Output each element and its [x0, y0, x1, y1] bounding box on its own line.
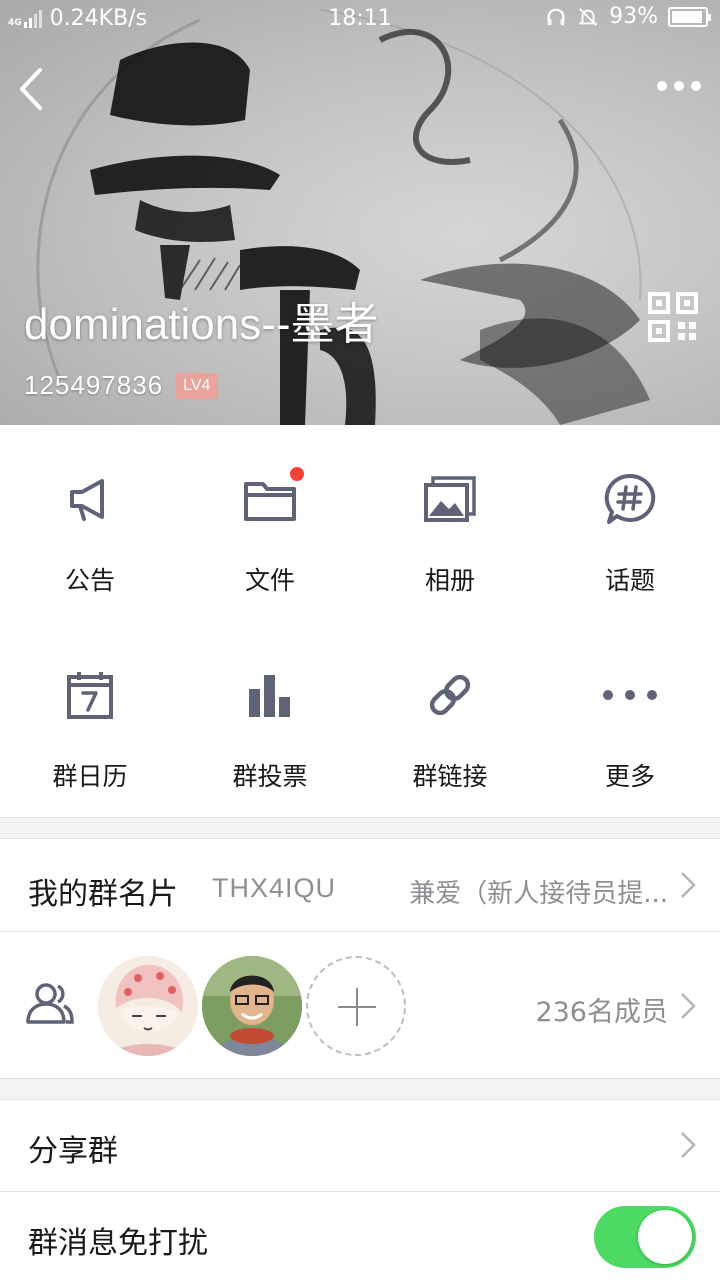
- chevron-right-icon: [681, 872, 696, 898]
- bar-chart-icon: [240, 665, 300, 725]
- add-member-button[interactable]: [306, 956, 406, 1056]
- headphones-icon: [547, 8, 565, 25]
- notification-dot: [288, 465, 306, 483]
- feature-vote[interactable]: 群投票: [180, 621, 360, 817]
- do-not-disturb-row: 群消息免打扰: [0, 1192, 720, 1280]
- level-badge: LV4: [175, 372, 219, 399]
- feature-calendar[interactable]: 群日历: [0, 621, 180, 817]
- feature-label: 更多: [604, 762, 655, 791]
- members-row[interactable]: 236名成员: [0, 932, 720, 1078]
- feature-files[interactable]: 文件: [180, 425, 360, 621]
- feature-label: 公告: [64, 566, 115, 595]
- more-dots-icon: [657, 81, 667, 91]
- share-group-title: 分享群: [28, 1134, 118, 1169]
- group-header-banner: 4G 0.24KB/s 18:11 93% dominations--墨者 12…: [0, 0, 720, 425]
- chevron-right-icon: [681, 1132, 696, 1158]
- feature-more[interactable]: 更多: [540, 621, 720, 817]
- feature-label: 群投票: [232, 762, 308, 791]
- share-group-row[interactable]: 分享群: [0, 1100, 720, 1191]
- feature-announcement[interactable]: 公告: [0, 425, 180, 621]
- my-group-card-title: 我的群名片: [28, 877, 178, 912]
- album-icon: [420, 469, 480, 529]
- folder-icon: [240, 465, 306, 529]
- hashtag-bubble-icon: [600, 469, 660, 529]
- member-avatar[interactable]: [202, 956, 302, 1056]
- feature-label: 群链接: [412, 762, 488, 791]
- feature-grid: 公告 文件 相册 话题 群日历 群投票 群链接 更多: [0, 425, 720, 817]
- feature-album[interactable]: 相册: [360, 425, 540, 621]
- qr-code-icon: [648, 292, 698, 342]
- group-name: dominations--墨者: [24, 300, 379, 349]
- more-options-button[interactable]: [654, 74, 704, 98]
- my-group-card-value: 兼爱（新人接待员提...: [409, 879, 668, 909]
- feature-label: 群日历: [52, 762, 128, 791]
- battery-icon: [668, 6, 711, 27]
- group-id-row: 125497836 LV4: [24, 370, 219, 401]
- toggle-knob: [638, 1210, 692, 1264]
- member-count: 236名成员: [535, 997, 668, 1028]
- more-icon: [600, 665, 660, 725]
- member-avatar[interactable]: [98, 956, 198, 1056]
- members-icon: [26, 983, 74, 1024]
- mute-bell-icon: [578, 7, 598, 26]
- feature-label: 文件: [244, 566, 295, 595]
- calendar-icon: [60, 665, 120, 725]
- section-separator: [0, 817, 720, 839]
- section-separator: [0, 1078, 720, 1100]
- group-id: 125497836: [24, 370, 164, 400]
- link-icon: [420, 665, 480, 725]
- feature-link[interactable]: 群链接: [360, 621, 540, 817]
- do-not-disturb-toggle[interactable]: [594, 1206, 696, 1268]
- qr-code-button[interactable]: [648, 292, 698, 342]
- ink-painting-background: [36, 9, 650, 425]
- battery-percent: 93%: [609, 4, 658, 29]
- back-arrow-icon: [20, 68, 42, 110]
- my-group-card-row[interactable]: 我的群名片 THX4IQU 兼爱（新人接待员提...: [0, 839, 720, 931]
- feature-topics[interactable]: 话题: [540, 425, 720, 621]
- megaphone-icon: [60, 469, 120, 529]
- my-group-nickname: THX4IQU: [212, 873, 337, 903]
- back-button[interactable]: [14, 64, 50, 114]
- feature-label: 话题: [604, 566, 655, 595]
- status-bar: 4G 0.24KB/s 18:11 93%: [0, 0, 720, 38]
- chevron-right-icon: [681, 993, 696, 1019]
- do-not-disturb-title: 群消息免打扰: [28, 1226, 208, 1261]
- feature-label: 相册: [424, 566, 475, 595]
